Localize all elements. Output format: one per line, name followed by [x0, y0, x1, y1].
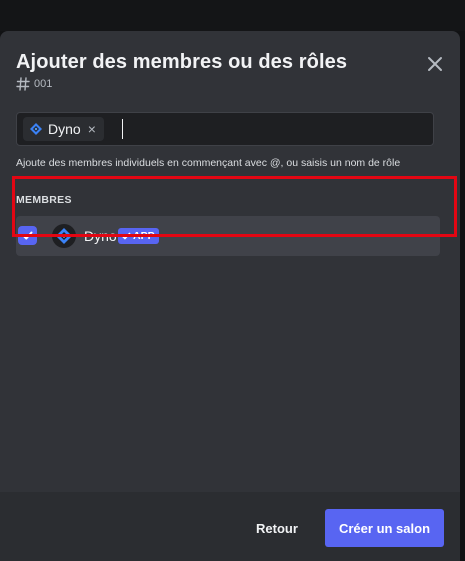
channel-name: 001	[34, 78, 53, 90]
close-button[interactable]	[424, 53, 446, 75]
backdrop	[0, 0, 465, 31]
avatar	[52, 224, 76, 248]
modal-footer: Retour Créer un salon	[0, 492, 460, 561]
dyno-icon	[56, 228, 72, 244]
back-button[interactable]: Retour	[248, 513, 306, 543]
dyno-icon	[30, 123, 42, 135]
search-hint: Ajoute des membres individuels en commen…	[16, 157, 401, 169]
check-icon	[121, 232, 131, 240]
create-channel-button[interactable]: Créer un salon	[325, 509, 444, 547]
member-name: Dyno	[84, 228, 117, 244]
check-icon	[22, 231, 33, 240]
selected-chip: Dyno ×	[23, 117, 104, 141]
close-icon	[428, 57, 442, 71]
member-search-input[interactable]: Dyno ×	[16, 112, 434, 146]
chip-remove-button[interactable]: ×	[88, 121, 96, 137]
member-row-dyno[interactable]: Dyno APP	[16, 216, 440, 256]
modal-title: Ajouter des membres ou des rôles	[16, 51, 348, 73]
hash-icon	[16, 77, 30, 91]
member-checkbox[interactable]	[18, 226, 37, 245]
channel-indicator: 001	[16, 77, 52, 91]
members-section-label: MEMBRES	[16, 194, 72, 206]
app-badge-label: APP	[133, 230, 155, 242]
chip-label: Dyno	[48, 121, 81, 137]
app-badge: APP	[118, 228, 159, 244]
add-members-modal: Ajouter des membres ou des rôles 001 Dyn…	[0, 31, 460, 561]
text-caret	[122, 119, 123, 139]
